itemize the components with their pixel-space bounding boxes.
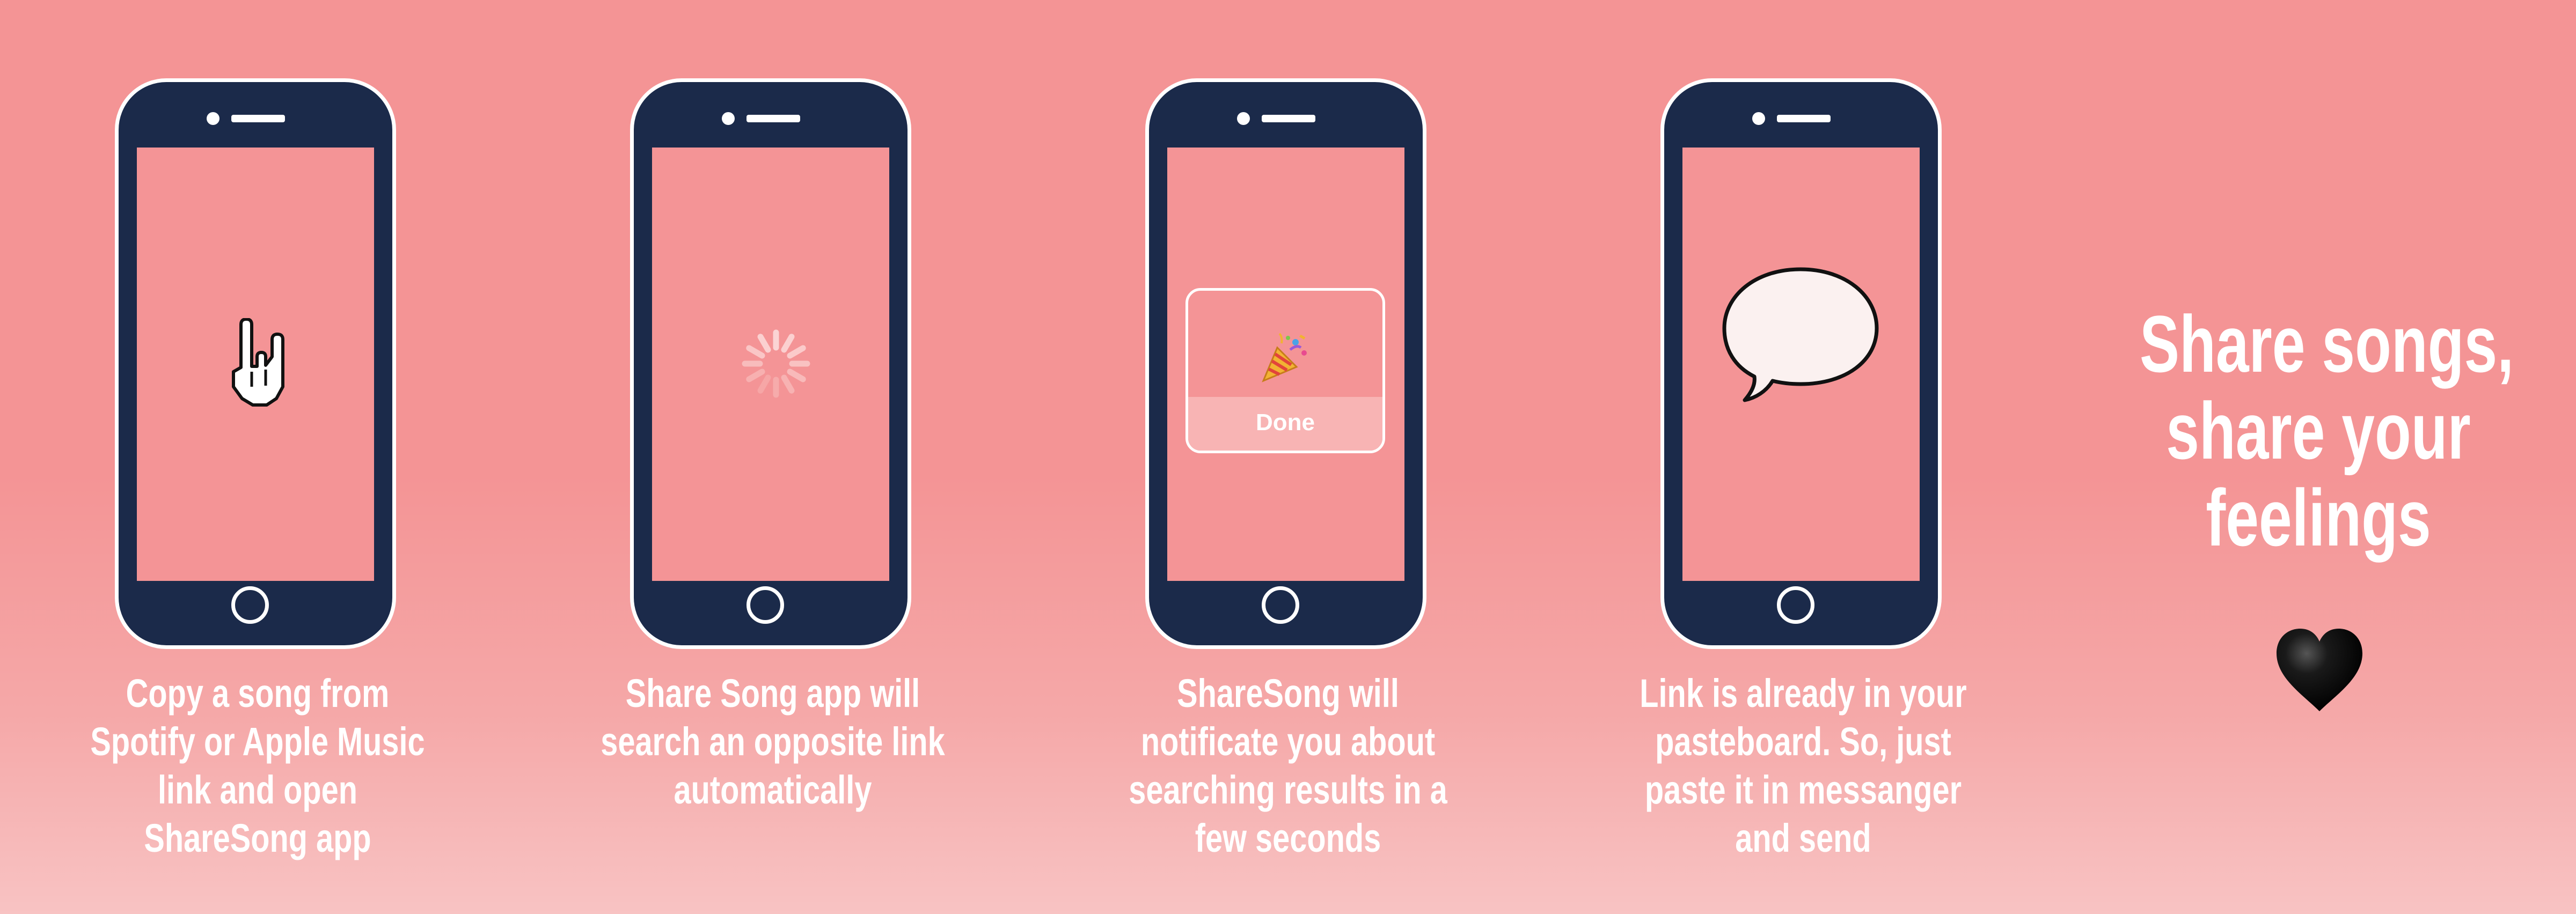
phone-speaker: [1777, 115, 1831, 122]
black-heart-icon: [2277, 629, 2362, 711]
phone-screen: Done: [1167, 148, 1404, 581]
phone-screen: [652, 148, 889, 581]
home-button: [747, 586, 784, 624]
step-caption: Copy a song from Spotify or Apple Music …: [90, 671, 425, 860]
phone-speaker: [1262, 115, 1315, 122]
step-caption: ShareSong will notificate you about sear…: [1129, 671, 1447, 860]
phone-mockup: [115, 78, 396, 649]
rock-hand-cursor-icon: [232, 318, 284, 407]
tagline: Share songs, share your feelings: [2140, 299, 2514, 563]
home-button: [231, 586, 269, 624]
phone-screen: [137, 148, 374, 581]
step-caption: Share Song app will search an opposite l…: [601, 671, 945, 812]
phone-mockup: [630, 78, 911, 649]
phone-mockup: Done: [1145, 78, 1426, 649]
step-4: Link is already in your pasteboard. So, …: [1546, 0, 2061, 914]
step-2: Share Song app will search an opposite l…: [515, 0, 1030, 914]
phone-mockup: [1660, 78, 1942, 649]
front-camera: [722, 112, 735, 125]
done-dialog: Done: [1185, 288, 1385, 453]
home-button: [1777, 586, 1814, 624]
loading-spinner-icon: [742, 329, 810, 398]
step-1: Copy a song from Spotify or Apple Music …: [0, 0, 515, 914]
step-3: Done ShareSong will notificate you about…: [1030, 0, 1546, 914]
front-camera: [1752, 112, 1765, 125]
speech-bubble-icon: [1722, 267, 1879, 402]
front-camera: [1237, 112, 1250, 125]
phone-speaker: [747, 115, 800, 122]
phone-speaker: [231, 115, 285, 122]
party-popper-icon: [1262, 333, 1307, 382]
home-button: [1262, 586, 1299, 624]
done-button[interactable]: Done: [1188, 397, 1382, 451]
phone-screen: [1682, 148, 1920, 581]
step-caption: Link is already in your pasteboard. So, …: [1640, 671, 1967, 860]
front-camera: [207, 112, 219, 125]
